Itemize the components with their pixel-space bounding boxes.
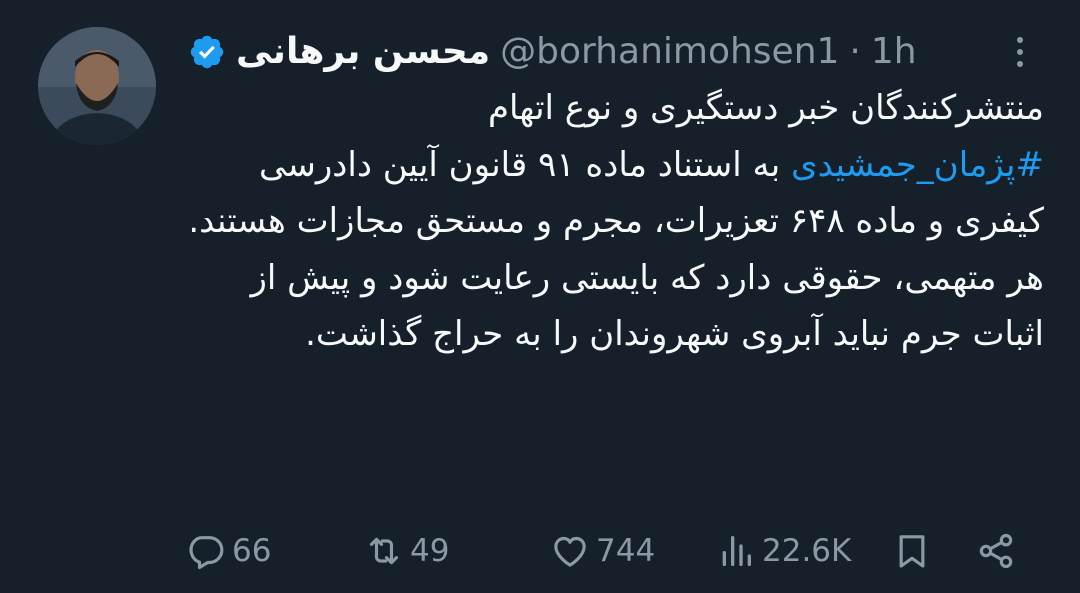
tweet-line-3: هر متهمی، حقوقی دارد که بایستی رعایت شود… <box>250 257 1045 355</box>
tweet-line-1: منتشرکنندگان خبر دستگیری و نوع اتهام <box>488 88 1044 128</box>
tweet-text: منتشرکنندگان خبر دستگیری و نوع اتهام #پژ… <box>180 80 1044 363</box>
views-button[interactable]: 22.6K <box>716 526 851 576</box>
bookmark-icon <box>899 535 925 568</box>
tweet-header: محسن برهانی @borhanimohsen1 · 1h <box>188 24 948 80</box>
bookmark-button[interactable] <box>892 526 932 576</box>
like-count: 744 <box>596 533 656 569</box>
timestamp[interactable]: 1h <box>871 24 917 80</box>
heart-icon <box>554 536 586 567</box>
reply-count: 66 <box>232 533 272 569</box>
retweet-icon <box>369 537 399 565</box>
author-name[interactable]: محسن برهانی <box>236 24 490 80</box>
verified-badge-icon[interactable] <box>188 33 226 71</box>
action-bar: 66 49 744 22.6K <box>186 526 1036 576</box>
reply-icon <box>189 536 224 570</box>
avatar-image <box>38 27 156 145</box>
views-count: 22.6K <box>762 533 852 569</box>
avatar[interactable] <box>38 27 156 145</box>
tweet-paragraph-1: منتشرکنندگان خبر دستگیری و نوع اتهام #پژ… <box>180 80 1044 250</box>
retweet-count: 49 <box>410 533 450 569</box>
views-icon <box>722 536 751 566</box>
share-button[interactable] <box>976 526 1016 576</box>
more-options-icon[interactable] <box>1008 34 1032 70</box>
retweet-button[interactable]: 49 <box>364 526 449 576</box>
like-button[interactable]: 744 <box>550 526 655 576</box>
reply-button[interactable]: 66 <box>186 526 271 576</box>
author-handle[interactable]: @borhanimohsen1 <box>500 24 839 80</box>
share-icon <box>979 533 1013 569</box>
tweet-paragraph-2: هر متهمی، حقوقی دارد که بایستی رعایت شود… <box>180 250 1045 363</box>
hashtag-link[interactable]: #پژمان_جمشیدی <box>791 145 1044 185</box>
separator-dot: · <box>849 31 861 72</box>
